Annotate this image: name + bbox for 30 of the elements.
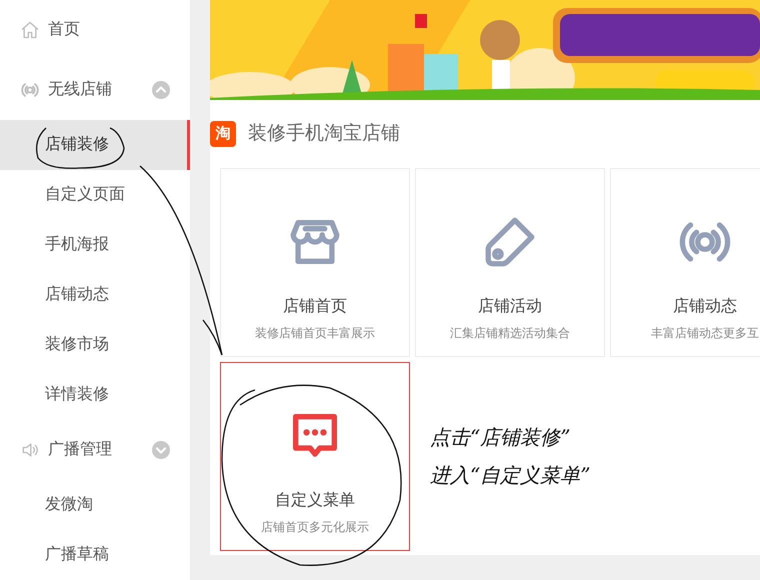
feature-card[interactable]: 店铺动态 丰富店铺动态更多互 xyxy=(610,168,760,357)
card-subtitle: 店铺首页多元化展示 xyxy=(261,519,369,536)
card-subtitle: 丰富店铺动态更多互 xyxy=(651,325,759,342)
taobao-badge: 淘 xyxy=(210,121,236,147)
expand-icon[interactable] xyxy=(152,441,170,459)
sidebar-group-header[interactable]: 无线店铺 xyxy=(0,60,190,120)
sidebar-subitem[interactable]: 店铺动态 xyxy=(0,270,190,320)
sidebar-subitem[interactable]: 广播草稿 xyxy=(0,530,190,580)
feature-card[interactable]: 店铺活动 汇集店铺精选活动集合 xyxy=(415,168,605,357)
handwritten-note: 进入“自定义菜单” xyxy=(430,462,590,489)
card-subtitle: 汇集店铺精选活动集合 xyxy=(450,325,570,342)
handwritten-note: 点击“店铺装修” xyxy=(430,424,572,451)
card-title: 店铺动态 xyxy=(673,296,737,317)
collapse-icon[interactable] xyxy=(152,81,170,99)
card-title: 自定义菜单 xyxy=(275,490,355,511)
sidebar-subitem[interactable]: 店铺装修 xyxy=(0,120,190,170)
section-title: 装修手机淘宝店铺 xyxy=(248,122,400,146)
feature-card[interactable]: 自定义菜单 店铺首页多元化展示 xyxy=(220,362,410,551)
home-icon xyxy=(20,20,40,40)
card-title: 店铺活动 xyxy=(478,296,542,317)
sidebar-item[interactable]: 首页 xyxy=(0,0,190,60)
sidebar-subitem[interactable]: 发微淘 xyxy=(0,480,190,530)
feature-card[interactable]: 店铺首页 装修店铺首页丰富展示 xyxy=(220,168,410,357)
card-subtitle: 装修店铺首页丰富展示 xyxy=(255,325,375,342)
sidebar-subitem[interactable]: 自定义页面 xyxy=(0,170,190,220)
card-title: 店铺首页 xyxy=(283,296,347,317)
sidebar-subitem[interactable]: 详情装修 xyxy=(0,370,190,420)
sidebar-subitem[interactable]: 装修市场 xyxy=(0,320,190,370)
sidebar-subitem[interactable]: 手机海报 xyxy=(0,220,190,270)
sidebar-group-header[interactable]: 广播管理 xyxy=(0,420,190,480)
